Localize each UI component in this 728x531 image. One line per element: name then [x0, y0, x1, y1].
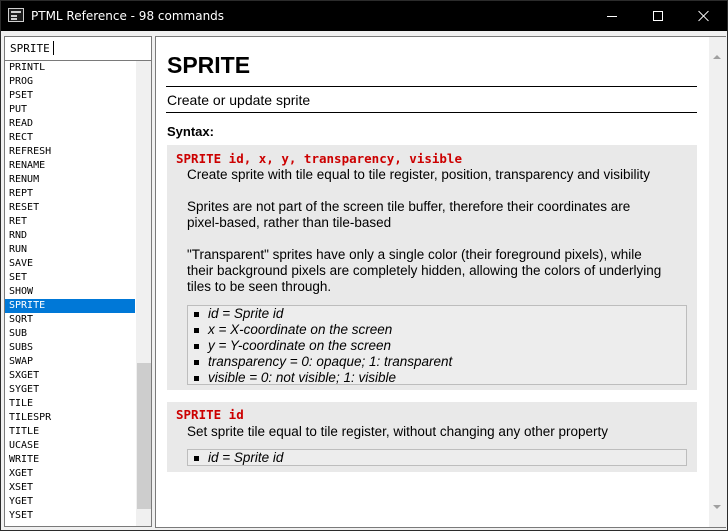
- page-title: SPRITE: [167, 52, 251, 78]
- command-list-item[interactable]: SAVE: [5, 257, 135, 271]
- parameter-item: transparency = 0: opaque; 1: transparent: [194, 354, 452, 370]
- parameter-list: id = Sprite id: [187, 449, 687, 466]
- command-list-item[interactable]: SUBS: [5, 341, 135, 355]
- command-list-item[interactable]: RET: [5, 215, 135, 229]
- syntax-heading: Syntax:: [167, 124, 214, 139]
- parameter-item: visible = 0: not visible; 1: visible: [194, 370, 396, 386]
- command-list-item[interactable]: REPT: [5, 187, 135, 201]
- command-list-item[interactable]: RENUM: [5, 173, 135, 187]
- command-list-item[interactable]: RENAME: [5, 159, 135, 173]
- command-list[interactable]: PRINTL PROG PSET PUT READ RECT REFRESH RENAME RE…: [4, 61, 152, 527]
- parameter-text: y = Y-coordinate on the screen: [208, 338, 391, 353]
- command-list-item[interactable]: REFRESH: [5, 145, 135, 159]
- summary-divider: [166, 112, 697, 113]
- documentation-pane: SPRITE Create or update sprite Syntax: S…: [155, 36, 726, 528]
- command-list-item[interactable]: RECT: [5, 131, 135, 145]
- command-list-item[interactable]: SWAP: [5, 355, 135, 369]
- command-list-item[interactable]: TITLE: [5, 425, 135, 439]
- command-list-item[interactable]: YGET: [5, 495, 135, 509]
- syntax-description: Set sprite tile equal to tile register, …: [187, 424, 608, 439]
- command-list-scrollbar[interactable]: [136, 61, 151, 526]
- command-summary: Create or update sprite: [167, 92, 311, 108]
- parameter-item: y = Y-coordinate on the screen: [194, 338, 391, 354]
- command-list-item[interactable]: PRINTL: [5, 61, 135, 75]
- command-list-item[interactable]: YSET: [5, 509, 135, 523]
- parameter-text: transparency = 0: opaque; 1: transparent: [208, 354, 453, 369]
- command-list-item[interactable]: TILE: [5, 397, 135, 411]
- window-title: PTML Reference - 98 commands: [31, 9, 225, 23]
- command-list-item[interactable]: PUT: [5, 103, 135, 117]
- command-list-item[interactable]: PSET: [5, 89, 135, 103]
- app-icon: [8, 8, 24, 22]
- app-window: PTML Reference - 98 commands SPRITE PRIN…: [0, 0, 728, 531]
- parameter-text: id = Sprite id: [208, 450, 284, 465]
- parameter-item: id = Sprite id: [194, 306, 283, 322]
- command-list-item[interactable]: SQRT: [5, 313, 135, 327]
- syntax-description: Create sprite with tile equal to tile re…: [187, 167, 650, 182]
- close-icon: [698, 10, 710, 22]
- parameter-item: x = X-coordinate on the screen: [194, 322, 392, 338]
- command-list-item[interactable]: WRITE: [5, 453, 135, 467]
- command-list-scrollbar-thumb[interactable]: [137, 363, 151, 509]
- syntax-description: Sprites are not part of the screen tile …: [187, 199, 631, 230]
- text-caret: [53, 41, 54, 55]
- maximize-icon: [653, 11, 663, 21]
- title-divider: [166, 86, 697, 87]
- minimize-button[interactable]: [589, 1, 635, 31]
- minimize-icon: [607, 16, 617, 17]
- command-list-item[interactable]: RND: [5, 229, 135, 243]
- syntax-description: "Transparent" sprites have only a single…: [187, 247, 662, 294]
- command-list-item[interactable]: READ: [5, 117, 135, 131]
- scroll-up-arrow-icon[interactable]: [713, 55, 721, 59]
- command-list-item[interactable]: PROG: [5, 75, 135, 89]
- command-list-item[interactable]: SYGET: [5, 383, 135, 397]
- scroll-down-arrow-icon[interactable]: [713, 505, 721, 509]
- close-button[interactable]: [681, 1, 727, 31]
- search-input[interactable]: SPRITE: [4, 36, 152, 61]
- parameter-text: x = X-coordinate on the screen: [208, 322, 393, 337]
- command-list-item[interactable]: SUB: [5, 327, 135, 341]
- command-list-item[interactable]: UCASE: [5, 439, 135, 453]
- parameter-text: id = Sprite id: [208, 306, 284, 321]
- command-list-item[interactable]: TILESPR: [5, 411, 135, 425]
- command-list-item[interactable]: RESET: [5, 201, 135, 215]
- parameter-item: id = Sprite id: [194, 450, 283, 466]
- title-bar[interactable]: PTML Reference - 98 commands: [1, 1, 727, 31]
- syntax-block: SPRITE id, x, y, transparency, visible C…: [167, 145, 697, 390]
- parameter-text: visible = 0: not visible; 1: visible: [208, 370, 396, 385]
- search-input-value: SPRITE: [10, 42, 50, 55]
- command-list-item[interactable]: SHOW: [5, 285, 135, 299]
- syntax-signature: SPRITE id, x, y, transparency, visible: [176, 151, 462, 166]
- documentation-scrollbar[interactable]: [709, 37, 726, 527]
- command-list-item[interactable]: SET: [5, 271, 135, 285]
- command-list-item[interactable]: SPRITE: [5, 299, 135, 313]
- parameter-list: id = Sprite id x = X-coordinate on the s…: [187, 305, 687, 385]
- command-list-item[interactable]: XGET: [5, 467, 135, 481]
- maximize-button[interactable]: [635, 1, 681, 31]
- syntax-signature: SPRITE id: [176, 407, 244, 422]
- syntax-block: SPRITE id Set sprite tile equal to tile …: [167, 402, 697, 472]
- command-list-item[interactable]: SXGET: [5, 369, 135, 383]
- command-list-item[interactable]: RUN: [5, 243, 135, 257]
- command-list-item[interactable]: XSET: [5, 481, 135, 495]
